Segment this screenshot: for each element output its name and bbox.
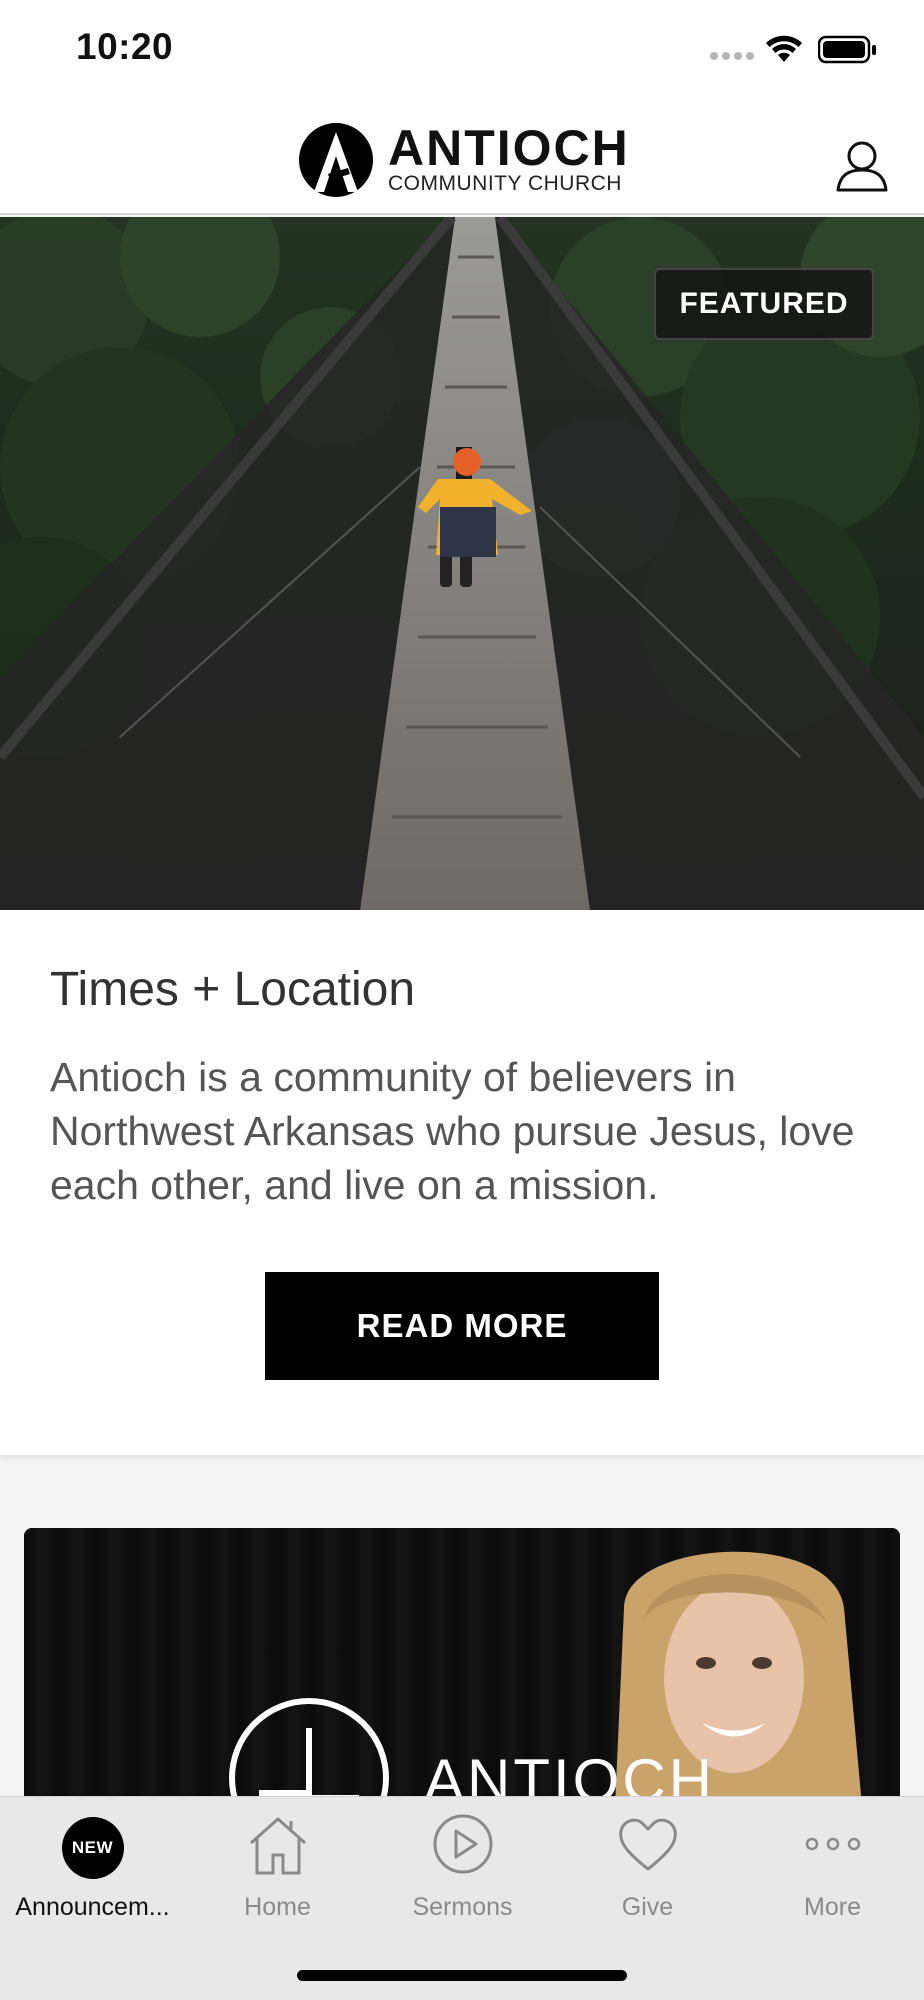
logo-subtitle: COMMUNITY CHURCH — [388, 172, 622, 195]
tab-sermons[interactable]: Sermons — [370, 1807, 555, 1927]
tab-label: Announcem... — [15, 1893, 170, 1921]
signal-icon — [710, 52, 754, 60]
church-logo[interactable]: ANTIOCH COMMUNITY CHURCH — [298, 122, 630, 198]
card-title[interactable]: Times + Location — [50, 962, 415, 1017]
more-icon — [805, 1837, 860, 1851]
home-icon — [249, 1817, 306, 1875]
status-time: 10:20 — [76, 26, 174, 67]
tab-label: Sermons — [412, 1893, 513, 1921]
tab-home[interactable]: Home — [185, 1807, 370, 1927]
antioch-logo-icon — [299, 123, 373, 197]
tab-label: Give — [621, 1893, 674, 1921]
tab-announcements[interactable]: NEW Announcem... — [0, 1807, 185, 1927]
new-badge: NEW — [61, 1817, 124, 1879]
wifi-icon — [766, 35, 802, 62]
home-indicator[interactable] — [297, 1970, 627, 1981]
heart-icon — [618, 1818, 677, 1871]
logo-name: ANTIOCH — [388, 120, 630, 176]
featured-card: Times + Location Antioch is a community … — [0, 910, 924, 1455]
card-description: Antioch is a community of believers in N… — [50, 1054, 855, 1208]
app-header: ANTIOCH COMMUNITY CHURCH — [0, 100, 924, 215]
tab-label: More — [804, 1893, 861, 1921]
tab-give[interactable]: Give — [555, 1807, 740, 1927]
featured-image[interactable]: FEATURED — [0, 217, 924, 910]
tab-label: Home — [244, 1893, 311, 1921]
battery-icon — [818, 35, 876, 64]
tab-more[interactable]: More — [740, 1807, 924, 1927]
play-icon — [433, 1814, 492, 1874]
featured-badge: FEATURED — [654, 268, 874, 340]
profile-icon[interactable] — [836, 140, 888, 192]
status-bar: 10:20 — [0, 0, 924, 100]
read-more-button[interactable]: READ MORE — [265, 1272, 659, 1380]
announcement-card[interactable]: ANTIOCH — [24, 1528, 900, 1828]
